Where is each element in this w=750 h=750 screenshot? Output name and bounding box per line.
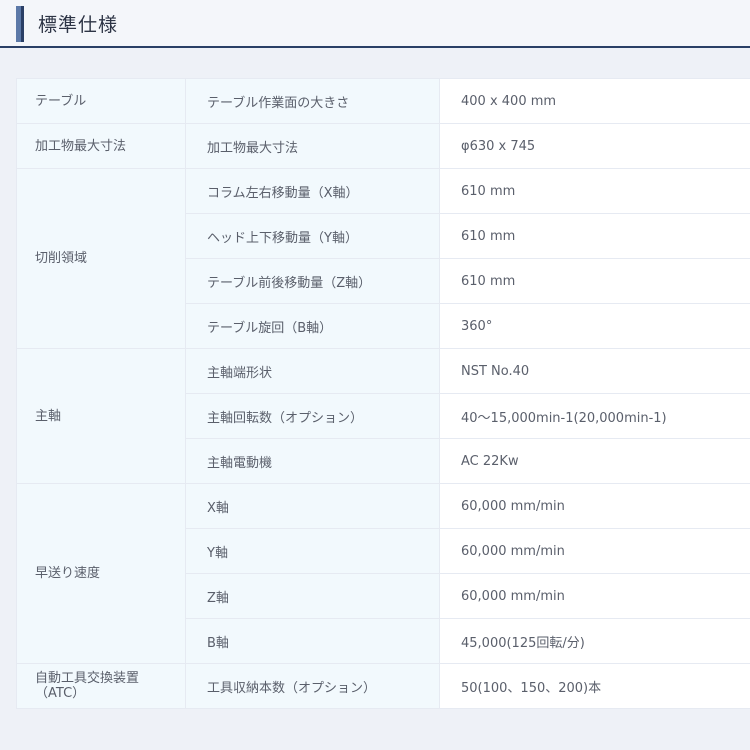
spec-item: B軸 (185, 618, 440, 664)
spec-value: φ630 x 745 (439, 123, 750, 169)
spec-item: 工具収納本数（オプション） (185, 663, 440, 709)
spec-category-cell: 早送り速度 (16, 483, 186, 664)
spec-category-cell: 切削領域 (16, 168, 186, 349)
spec-value: 60,000 mm/min (439, 528, 750, 574)
spec-item: 主軸電動機 (185, 438, 440, 484)
spec-value: 360° (439, 303, 750, 349)
spec-category-cell: 主軸 (16, 348, 186, 484)
spec-item: 加工物最大寸法 (185, 123, 440, 169)
spec-category: 自動工具交換装置 （ATC） (35, 671, 140, 701)
section-title: 標準仕様 (38, 14, 119, 36)
spec-category: 主軸 (35, 408, 62, 424)
spec-value: 610 mm (439, 258, 750, 304)
spec-row: 加工物最大寸法 加工物最大寸法 φ630 x 745 (16, 123, 750, 169)
spec-category-cell: 自動工具交換装置 （ATC） (16, 663, 186, 709)
spec-category: 加工物最大寸法 (35, 138, 127, 154)
spec-item: Z軸 (185, 573, 440, 619)
spec-value: 45,000(125回転/分) (439, 618, 750, 664)
spec-category: 早送り速度 (35, 566, 101, 581)
spec-value: 60,000 mm/min (439, 483, 750, 529)
spec-row: 自動工具交換装置 （ATC） 工具収納本数（オプション） 50(100、150、200… (16, 663, 750, 709)
spec-item: ヘッド上下移動量（Y軸） (185, 213, 440, 259)
spec-category-cell: 加工物最大寸法 (16, 123, 186, 169)
spec-row: 主軸 主軸端形状 NST No.40 (16, 348, 750, 484)
header-accent-bar (16, 6, 24, 42)
spec-value: 50(100、150、200)本 (439, 663, 750, 709)
spec-item: テーブル旋回（B軸） (185, 303, 440, 349)
spec-category: 切削領域 (35, 251, 88, 266)
spec-row: 切削領域 コラム左右移動量（X軸） 610 mm (16, 168, 750, 349)
spec-item: テーブル前後移動量（Z軸） (185, 258, 440, 304)
spec-value: 610 mm (439, 168, 750, 214)
spec-item: 主軸端形状 (185, 348, 440, 394)
spec-row: テーブル テーブル作業面の大きさ 400 x 400 mm (16, 78, 750, 124)
spec-category: テーブル (35, 93, 87, 109)
section-header: 標準仕様 (0, 0, 750, 48)
spec-item: Y軸 (185, 528, 440, 574)
spec-value: AC 22Kw (439, 438, 750, 484)
spec-value: 60,000 mm/min (439, 573, 750, 619)
spec-table-body: テーブル テーブル作業面の大きさ 400 x 400 mm 加工物最大寸法 加工物最大寸… (16, 78, 750, 709)
spec-table: テーブル テーブル作業面の大きさ 400 x 400 mm 加工物最大寸法 加工物最大寸… (16, 78, 750, 709)
spec-item: X軸 (185, 483, 440, 529)
spec-item: コラム左右移動量（X軸） (185, 168, 440, 214)
spec-item: テーブル作業面の大きさ (185, 78, 440, 124)
spec-row: 早送り速度 X軸 60,000 mm/min (16, 483, 750, 664)
spec-item: 主軸回転数（オプション） (185, 393, 440, 439)
spec-value: 40～15,000min-1(20,000min-1) (439, 393, 750, 439)
spec-category-cell: テーブル (16, 78, 186, 124)
spec-value: NST No.40 (439, 348, 750, 394)
spec-value: 610 mm (439, 213, 750, 259)
spec-value: 400 x 400 mm (439, 78, 750, 124)
